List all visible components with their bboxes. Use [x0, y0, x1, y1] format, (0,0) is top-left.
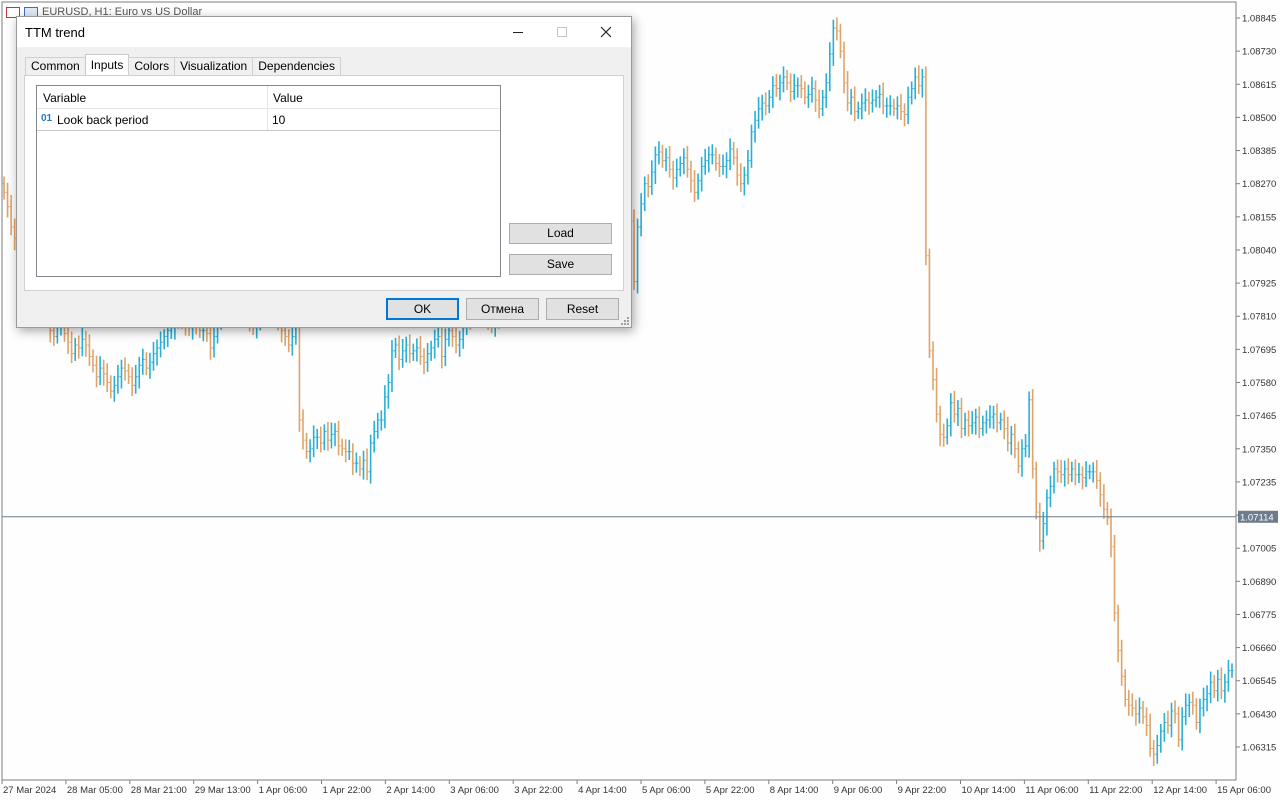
tab-colors[interactable]: Colors [128, 57, 176, 75]
tab-common[interactable]: Common [25, 57, 86, 75]
tab-inputs[interactable]: Inputs [84, 54, 130, 75]
x-tick-label: 3 Apr 06:00 [450, 785, 499, 796]
x-tick-label: 29 Mar 13:00 [195, 785, 251, 796]
x-tick-label: 28 Mar 05:00 [67, 785, 123, 796]
x-tick-label: 8 Apr 14:00 [770, 785, 819, 796]
x-tick-label: 1 Apr 22:00 [323, 785, 372, 796]
y-tick-label: 1.08040 [1242, 245, 1276, 256]
y-tick-label: 1.06545 [1242, 676, 1276, 687]
inputs-panel: Variable Value 01 Look back period 10 Lo… [24, 75, 624, 291]
y-tick-label: 1.08155 [1242, 212, 1276, 223]
column-separator[interactable] [267, 86, 268, 108]
x-tick-label: 15 Apr 06:00 [1217, 785, 1271, 796]
x-tick-label: 11 Apr 06:00 [1025, 785, 1078, 796]
x-tick-label: 11 Apr 22:00 [1089, 785, 1142, 796]
x-tick-label: 10 Apr 14:00 [962, 785, 1016, 796]
close-button[interactable] [583, 17, 629, 47]
x-tick-label: 28 Mar 21:00 [131, 785, 187, 796]
resize-grip-icon[interactable] [621, 317, 629, 325]
column-header-value[interactable]: Value [273, 91, 303, 105]
x-tick-label: 9 Apr 22:00 [898, 785, 947, 796]
ttm-trend-dialog: TTM trend Common Inputs Colors Visualiza… [16, 16, 632, 328]
y-tick-label: 1.08500 [1242, 113, 1276, 124]
dialog-tabs: Common Inputs Colors Visualization Depen… [25, 54, 341, 75]
tab-visualization[interactable]: Visualization [174, 57, 254, 75]
y-tick-label: 1.08615 [1242, 80, 1276, 91]
maximize-icon [557, 27, 567, 37]
x-tick-label: 4 Apr 14:00 [578, 785, 627, 796]
dialog-title: TTM trend [25, 24, 85, 40]
y-tick-label: 1.07235 [1242, 477, 1276, 488]
y-tick-label: 1.06890 [1242, 577, 1276, 588]
variable-value[interactable]: 10 [272, 113, 285, 127]
y-tick-label: 1.08385 [1242, 146, 1276, 157]
y-tick-label: 1.08270 [1242, 179, 1276, 190]
cancel-button[interactable]: Отмена [466, 298, 539, 320]
column-header-variable[interactable]: Variable [43, 91, 86, 105]
x-tick-label: 5 Apr 22:00 [706, 785, 755, 796]
ok-button[interactable]: OK [386, 298, 459, 320]
y-tick-label: 1.06660 [1242, 643, 1276, 654]
y-tick-label: 1.07695 [1242, 345, 1276, 356]
y-tick-label: 1.07925 [1242, 279, 1276, 290]
x-tick-label: 27 Mar 2024 [3, 785, 56, 796]
close-icon [600, 26, 612, 38]
integer-type-icon: 01 [41, 113, 53, 124]
y-tick-label: 1.07580 [1242, 378, 1276, 389]
column-separator [267, 109, 268, 130]
minimize-button[interactable] [495, 17, 541, 47]
load-button[interactable]: Load [509, 223, 612, 244]
variable-name: Look back period [57, 113, 149, 127]
x-tick-label: 2 Apr 14:00 [386, 785, 435, 796]
x-tick-label: 3 Apr 22:00 [514, 785, 563, 796]
tab-dependencies[interactable]: Dependencies [252, 57, 341, 75]
table-row[interactable]: 01 Look back period 10 [37, 109, 500, 131]
x-tick-label: 5 Apr 06:00 [642, 785, 691, 796]
x-tick-label: 12 Apr 14:00 [1153, 785, 1207, 796]
y-tick-label: 1.08845 [1242, 14, 1276, 25]
current-price-label: 1.07114 [1240, 512, 1274, 523]
y-tick-label: 1.08730 [1242, 47, 1276, 58]
y-tick-label: 1.07005 [1242, 544, 1276, 555]
reset-button[interactable]: Reset [546, 298, 619, 320]
y-tick-label: 1.06775 [1242, 610, 1276, 621]
y-tick-label: 1.07465 [1242, 411, 1276, 422]
save-button[interactable]: Save [509, 254, 612, 275]
y-tick-label: 1.06315 [1242, 743, 1276, 754]
x-tick-label: 9 Apr 06:00 [834, 785, 883, 796]
y-tick-label: 1.07810 [1242, 312, 1276, 323]
y-tick-label: 1.07350 [1242, 444, 1276, 455]
maximize-button [539, 17, 585, 47]
dialog-titlebar[interactable]: TTM trend [17, 17, 631, 47]
table-header: Variable Value [37, 86, 500, 109]
minimize-icon [513, 32, 523, 33]
y-tick-label: 1.06430 [1242, 709, 1276, 720]
x-tick-label: 1 Apr 06:00 [259, 785, 308, 796]
inputs-table: Variable Value 01 Look back period 10 [36, 85, 501, 277]
